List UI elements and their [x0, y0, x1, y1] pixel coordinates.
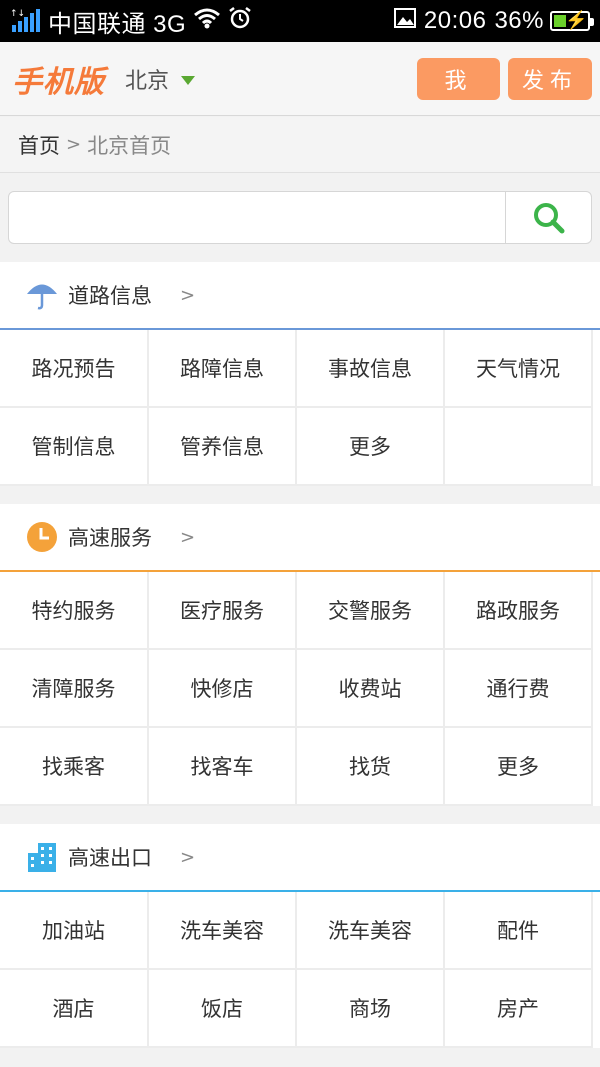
grid-item[interactable]: 收费站 [297, 650, 445, 728]
grid-item[interactable]: 管制信息 [0, 408, 149, 486]
section-road-info: 道路信息 > 路况预告 路障信息 事故信息 天气情况 管制信息 管养信息 更多 [0, 262, 600, 486]
item-grid: 加油站 洗车美容 洗车美容 配件 酒店 饭店 商场 房产 [0, 892, 600, 1048]
search-bar [8, 191, 592, 244]
breadcrumb-separator: > [66, 134, 82, 155]
section-header[interactable]: 高速出口 > [0, 824, 600, 890]
grid-item[interactable]: 天气情况 [445, 330, 593, 408]
search-button[interactable] [505, 192, 591, 243]
grid-item[interactable]: 找客车 [149, 728, 297, 806]
post-button[interactable]: 发布 [508, 58, 592, 100]
battery-charging-icon: ⚡ [550, 10, 594, 31]
section-highway-services: 高速服务 > 特约服务 医疗服务 交警服务 路政服务 清障服务 快修店 收费站 … [0, 504, 600, 806]
grid-item[interactable]: 洗车美容 [297, 892, 445, 970]
grid-item-empty [445, 408, 593, 486]
wifi-icon [194, 7, 221, 36]
grid-item[interactable]: 酒店 [0, 970, 149, 1048]
status-bar: ↑↓ 中国联通 3G 20:06 36% ⚡ [0, 0, 600, 42]
umbrella-icon [26, 279, 58, 311]
grid-item[interactable]: 路政服务 [445, 572, 593, 650]
grid-item[interactable]: 医疗服务 [149, 572, 297, 650]
grid-item[interactable]: 更多 [445, 728, 593, 806]
grid-item[interactable]: 商场 [297, 970, 445, 1048]
clock-time: 20:06 [423, 7, 487, 34]
grid-item[interactable]: 快修店 [149, 650, 297, 728]
grid-item[interactable]: 洗车美容 [149, 892, 297, 970]
section-title: 道路信息 [68, 284, 152, 308]
grid-item[interactable]: 路况预告 [0, 330, 149, 408]
chevron-right-icon: > [180, 284, 196, 306]
chevron-right-icon: > [180, 526, 196, 548]
grid-item[interactable]: 清障服务 [0, 650, 149, 728]
city-label: 北京 [125, 68, 170, 94]
grid-item[interactable]: 加油站 [0, 892, 149, 970]
item-grid: 特约服务 医疗服务 交警服务 路政服务 清障服务 快修店 收费站 通行费 找乘客… [0, 572, 600, 806]
grid-item[interactable]: 事故信息 [297, 330, 445, 408]
building-icon [26, 841, 58, 873]
section-header[interactable]: 道路信息 > [0, 262, 600, 328]
grid-item[interactable]: 找乘客 [0, 728, 149, 806]
search-input[interactable] [9, 192, 505, 243]
breadcrumb: 首页 > 北京首页 [0, 117, 600, 173]
svg-text:↑↓: ↑↓ [10, 9, 25, 19]
city-selector[interactable]: 北京 [125, 63, 196, 95]
grid-item[interactable]: 路障信息 [149, 330, 297, 408]
alarm-icon [228, 6, 252, 37]
carrier-label: 中国联通 3G [48, 10, 187, 38]
image-icon [393, 7, 416, 36]
grid-item[interactable]: 更多 [297, 408, 445, 486]
grid-item[interactable]: 交警服务 [297, 572, 445, 650]
grid-item[interactable]: 管养信息 [149, 408, 297, 486]
grid-item[interactable]: 饭店 [149, 970, 297, 1048]
app-header: 手机版 北京 我 发布 [0, 42, 600, 116]
app-logo[interactable]: 手机版 [12, 57, 105, 101]
breadcrumb-current: 北京首页 [87, 133, 172, 158]
breadcrumb-home[interactable]: 首页 [18, 130, 60, 160]
signal-icon: ↑↓ [10, 9, 44, 33]
item-grid: 路况预告 路障信息 事故信息 天气情况 管制信息 管养信息 更多 [0, 330, 600, 486]
grid-item[interactable]: 找货 [297, 728, 445, 806]
battery-percent: 36% [494, 7, 544, 34]
caret-down-icon [181, 76, 196, 85]
section-highway-exits: 高速出口 > 加油站 洗车美容 洗车美容 配件 酒店 饭店 商场 房产 [0, 824, 600, 1048]
section-title: 高速服务 [68, 526, 152, 550]
me-button[interactable]: 我 [417, 58, 500, 100]
chevron-right-icon: > [180, 846, 196, 868]
grid-item[interactable]: 特约服务 [0, 572, 149, 650]
section-title: 高速出口 [68, 846, 152, 870]
clock-icon [26, 521, 58, 553]
grid-item[interactable]: 配件 [445, 892, 593, 970]
grid-item[interactable]: 通行费 [445, 650, 593, 728]
search-icon [533, 202, 564, 233]
section-header[interactable]: 高速服务 > [0, 504, 600, 570]
grid-item[interactable]: 房产 [445, 970, 593, 1048]
